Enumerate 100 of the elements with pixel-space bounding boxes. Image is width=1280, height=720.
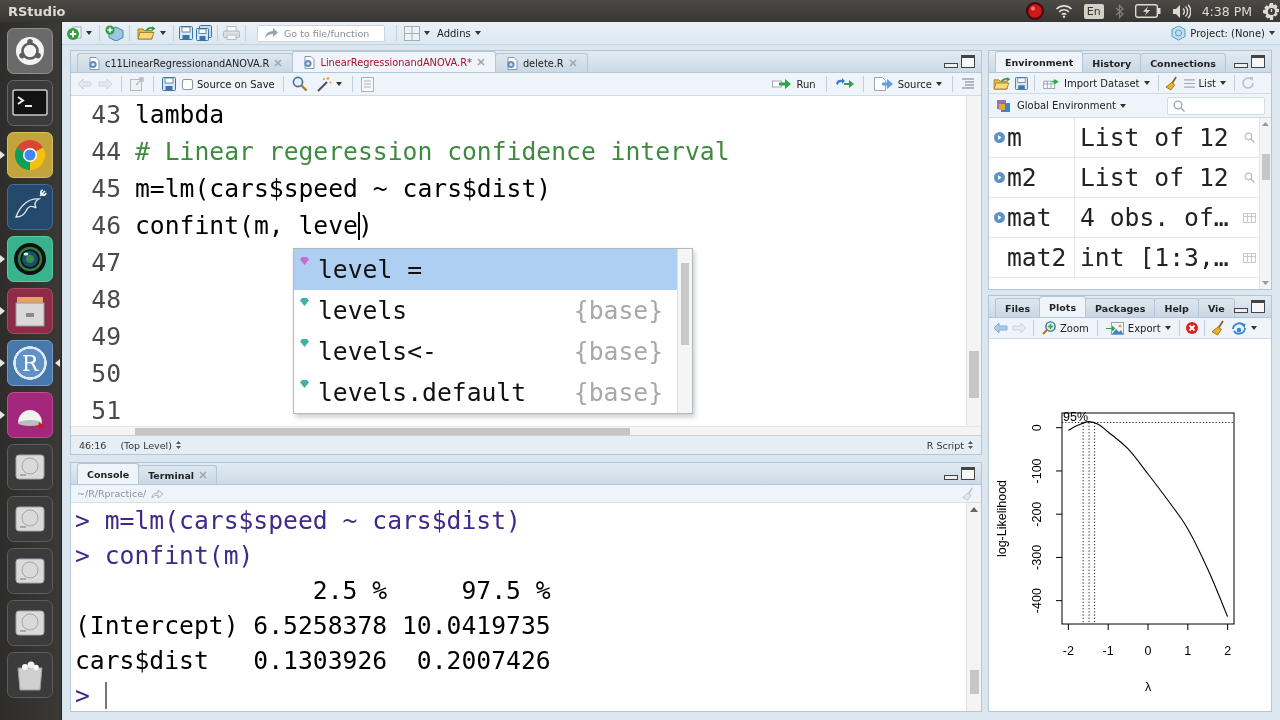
refresh-icon[interactable] [1241, 76, 1255, 90]
file-cabinet-icon[interactable] [7, 288, 53, 334]
scroll-up-icon[interactable] [970, 507, 978, 512]
terminal-icon[interactable] [7, 80, 53, 126]
printer-icon[interactable] [223, 26, 240, 40]
battery-icon[interactable] [1134, 4, 1161, 18]
checkbox[interactable] [182, 78, 193, 90]
bluetooth-icon[interactable] [1114, 3, 1124, 19]
hard-drive-icon[interactable] [7, 496, 53, 542]
maximize-icon[interactable] [961, 467, 975, 480]
floppy-icon[interactable] [162, 77, 176, 91]
pane-tab[interactable]: Terminal [138, 465, 218, 484]
addins-button[interactable]: Addins [435, 23, 483, 43]
folder-icon[interactable] [993, 76, 1011, 90]
scrollbar-thumb[interactable] [969, 351, 979, 398]
scrollbar-thumb[interactable] [1261, 154, 1270, 180]
document-lines-icon[interactable] [360, 76, 374, 92]
wifi-icon[interactable] [1054, 4, 1073, 18]
pane-tab[interactable]: Connections [1140, 53, 1226, 72]
minimize-icon[interactable] [944, 473, 958, 480]
scrollbar-thumb[interactable] [135, 427, 630, 435]
scrollbar-thumb[interactable] [969, 670, 979, 694]
maximize-icon[interactable] [1251, 55, 1265, 68]
arrow-icon[interactable] [151, 488, 165, 499]
close-icon[interactable] [274, 59, 283, 67]
volume-icon[interactable] [1171, 3, 1191, 19]
scroll-down-icon[interactable] [1262, 281, 1269, 285]
scrollbar-thumb[interactable] [681, 263, 689, 345]
floppy-icon[interactable] [1015, 76, 1028, 90]
close-icon[interactable] [199, 471, 208, 479]
pane-tab[interactable]: Plots [1039, 296, 1087, 317]
new-file-button[interactable] [65, 23, 94, 43]
dolphin-icon[interactable] [7, 184, 53, 230]
scrollbar[interactable] [1259, 118, 1271, 289]
export-button[interactable]: Export [1103, 318, 1173, 338]
import-dataset-button[interactable]: Import Dataset [1041, 73, 1152, 93]
keyboard-layout-indicator[interactable]: En [1083, 3, 1104, 19]
search-field[interactable] [1167, 96, 1265, 115]
pane-tab[interactable]: Help [1154, 298, 1199, 317]
record-icon[interactable] [1025, 2, 1044, 20]
table-icon[interactable] [1242, 252, 1256, 263]
source-button[interactable]: Source [871, 74, 944, 94]
completion-item[interactable]: level = [294, 249, 677, 290]
minimize-icon[interactable] [1234, 61, 1248, 68]
popout-icon[interactable] [130, 77, 145, 91]
close-icon[interactable] [476, 58, 485, 66]
file-tab[interactable]: c11LinearRegressionandANOVA.R [77, 53, 294, 72]
environment-scope-button[interactable]: Global Environment [995, 95, 1128, 116]
magnifier-icon[interactable] [1243, 132, 1255, 143]
trash-icon[interactable] [7, 652, 53, 698]
expand-icon[interactable] [994, 172, 1005, 183]
view-mode-button[interactable]: List [1181, 73, 1228, 93]
scrollbar[interactable] [966, 96, 981, 426]
floppy-icon[interactable] [179, 26, 193, 40]
pane-layout-button[interactable] [402, 23, 432, 43]
close-icon[interactable] [568, 59, 577, 67]
expand-icon[interactable] [994, 132, 1005, 143]
remove-icon[interactable] [1185, 322, 1198, 334]
file-tab[interactable]: delete.R [494, 53, 588, 72]
expand-icon[interactable] [994, 212, 1005, 223]
pane-tab[interactable]: Files [995, 298, 1041, 317]
hexagon-plus-icon[interactable] [105, 25, 124, 41]
zoom-button[interactable]: Zoom [1040, 318, 1091, 338]
popup-scrollbar[interactable] [677, 249, 692, 413]
completion-item[interactable]: levels.default {base} [294, 372, 677, 413]
clock[interactable]: 4:38 PM [1201, 3, 1252, 19]
run-button[interactable]: Run [770, 74, 818, 94]
scrollbar[interactable] [966, 503, 981, 711]
pane-tab[interactable]: Environment [995, 51, 1084, 72]
open-file-button[interactable] [135, 23, 168, 43]
magnifier-icon[interactable] [1243, 172, 1255, 183]
double-arrow-icon[interactable] [834, 78, 855, 90]
align-lines-icon[interactable] [961, 78, 975, 90]
pane-tab[interactable]: Vie [1197, 298, 1235, 317]
completion-item[interactable]: levels {base} [294, 290, 677, 331]
floppies-icon[interactable] [196, 25, 212, 41]
maximize-icon[interactable] [961, 55, 975, 68]
hard-drive-icon[interactable] [7, 600, 53, 646]
broom-icon[interactable] [1164, 75, 1178, 91]
project-menu-button[interactable]: Project: (None) [1169, 23, 1277, 43]
scope-menu-button[interactable]: (Top Level) [120, 439, 181, 451]
dome-knob-icon[interactable] [7, 392, 53, 438]
minimize-icon[interactable] [944, 61, 958, 68]
scroll-up-icon[interactable] [1262, 122, 1269, 126]
gear-icon[interactable] [1263, 2, 1280, 20]
search-icon[interactable] [291, 76, 308, 92]
horizontal-scrollbar[interactable] [71, 426, 981, 435]
pane-tab[interactable]: Console [77, 463, 140, 484]
broom-icon[interactable] [1210, 320, 1225, 336]
pane-tab[interactable]: History [1082, 53, 1142, 72]
back-arrow-icon[interactable] [993, 322, 1008, 334]
maximize-icon[interactable] [1251, 300, 1265, 313]
table-icon[interactable] [1242, 212, 1256, 223]
pane-tab[interactable]: Packages [1085, 298, 1156, 317]
file-type-button[interactable]: R Script [926, 439, 973, 451]
hard-drive-icon[interactable] [7, 444, 53, 490]
minimize-icon[interactable] [1234, 306, 1248, 313]
completion-item[interactable]: levels<- {base} [294, 331, 677, 372]
file-tab[interactable]: LinearRegressionandANOVA.R* [292, 51, 496, 72]
go-to-file-field[interactable]: Go to file/function [257, 24, 385, 42]
